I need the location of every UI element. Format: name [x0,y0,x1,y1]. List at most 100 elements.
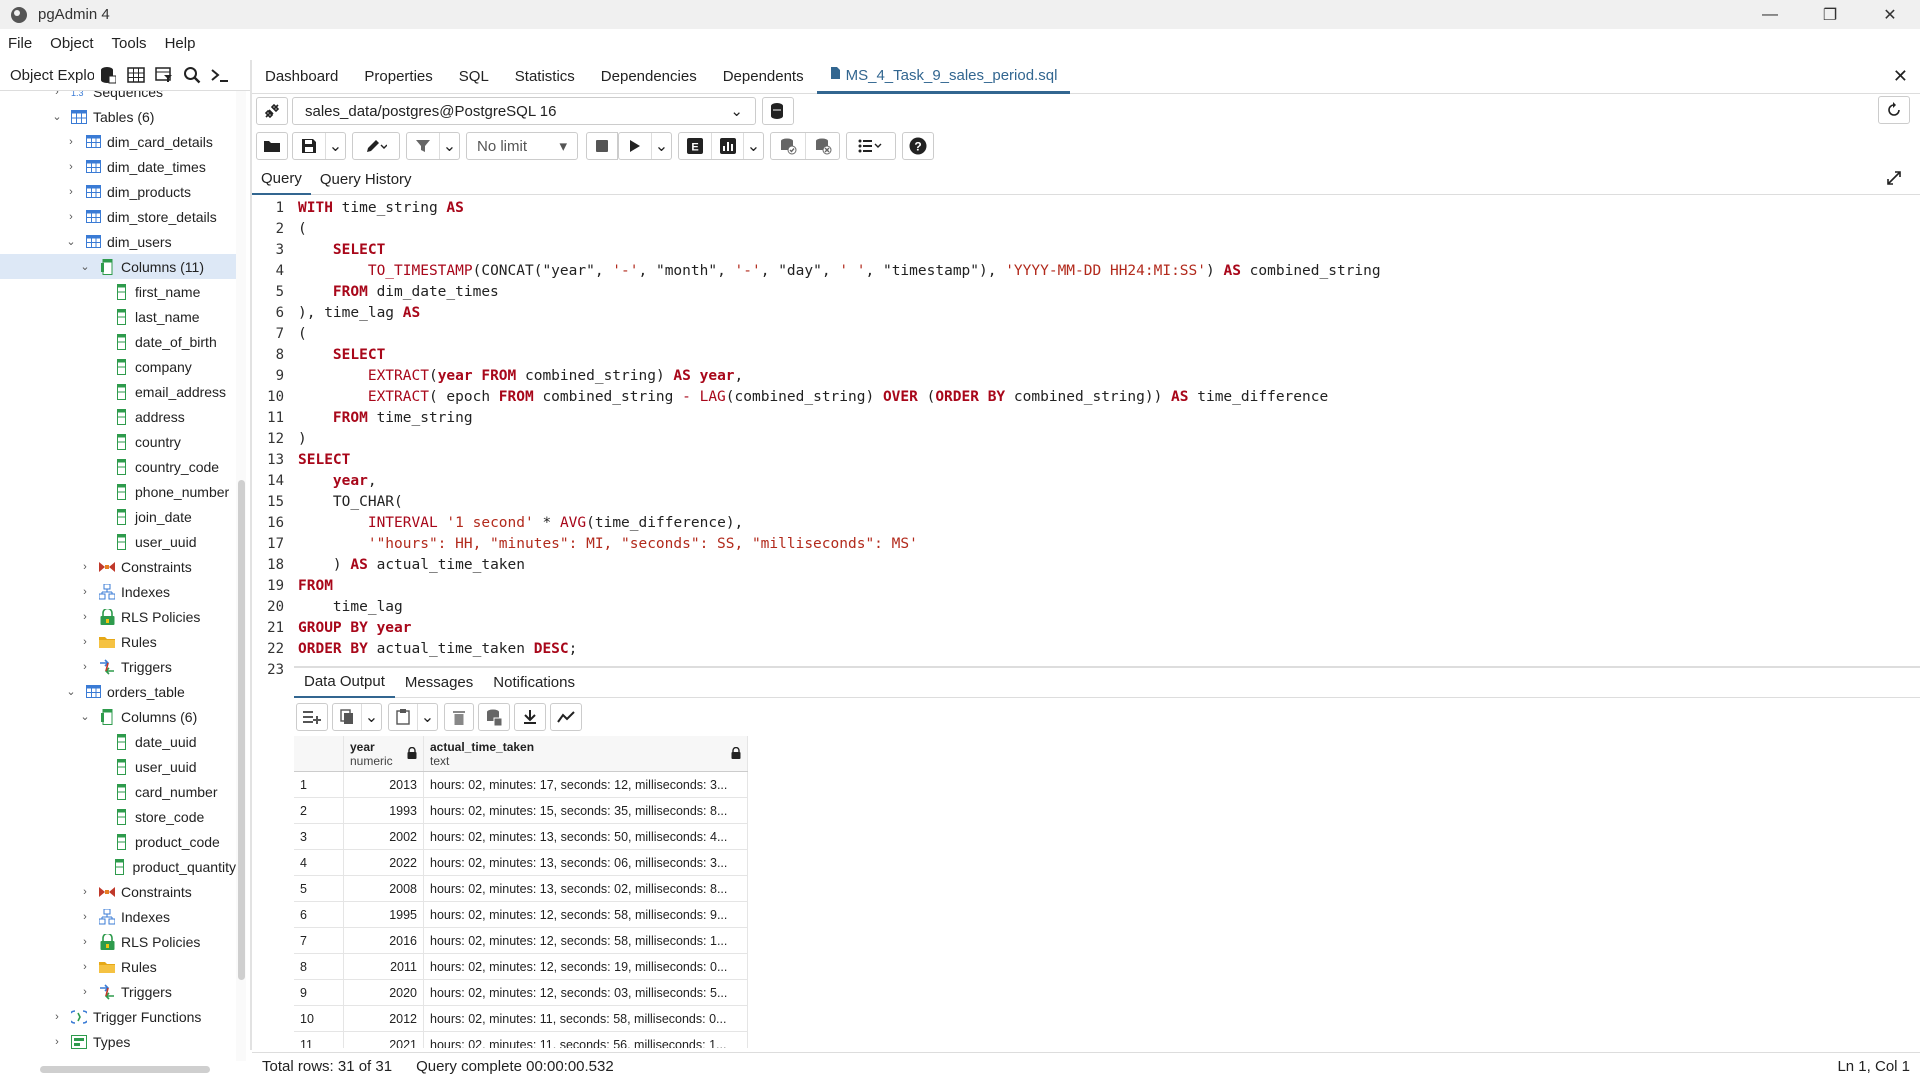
filter-icon[interactable] [407,133,439,159]
row-number-cell[interactable]: 10 [294,1006,344,1031]
download-icon[interactable] [514,703,546,731]
sql-code[interactable]: WITH time_string AS ( SELECT TO_TIMESTAMP… [298,198,1920,681]
help-icon[interactable]: ? [902,132,934,160]
code-line[interactable]: WITH time_string AS [298,198,1920,219]
tree-item[interactable]: ⌄ Columns (6) [0,704,236,729]
chevron-right-icon[interactable]: › [78,661,92,673]
code-line[interactable]: ) AS actual_time_taken [298,555,1920,576]
table-row[interactable]: 11 2021 hours: 02, minutes: 11, seconds: 5… [294,1032,748,1048]
actual-time-taken-cell[interactable]: hours: 02, minutes: 17, seconds: 12, mil… [424,772,748,797]
object-explorer-label[interactable]: Object Explorer [10,67,94,84]
tree-item[interactable]: › Triggers [0,654,236,679]
row-number-cell[interactable]: 11 [294,1032,344,1048]
execute-play-icon[interactable] [619,133,651,159]
tree-item[interactable]: last_name [0,304,236,329]
tree-item[interactable]: ⌄ orders_table [0,679,236,704]
table-row[interactable]: 8 2011 hours: 02, minutes: 12, seconds: 19… [294,954,748,980]
actual-time-taken-cell[interactable]: hours: 02, minutes: 12, seconds: 19, mil… [424,954,748,979]
open-file-icon[interactable] [256,132,288,160]
menu-object[interactable]: Object [50,35,93,52]
code-line[interactable]: ), time_lag AS [298,303,1920,324]
chevron-right-icon[interactable]: › [64,211,78,223]
tree-item[interactable]: › RLS Policies [0,929,236,954]
row-number-cell[interactable]: 1 [294,772,344,797]
tree-item[interactable]: › dim_card_details [0,129,236,154]
year-cell[interactable]: 1995 [344,902,424,927]
tree-horizontal-scrollbar[interactable] [40,1066,210,1073]
close-window-button[interactable]: ✕ [1860,0,1920,29]
explain-options-chevron-icon[interactable]: ⌄ [743,133,763,159]
tree-item[interactable]: date_uuid [0,729,236,754]
tree-item[interactable]: country [0,429,236,454]
code-line[interactable]: GROUP BY year [298,618,1920,639]
tree-item[interactable]: user_uuid [0,529,236,554]
code-line[interactable]: INTERVAL '1 second' * AVG(time_differenc… [298,513,1920,534]
tree-item[interactable]: › Constraints [0,554,236,579]
year-cell[interactable]: 2002 [344,824,424,849]
code-line[interactable]: ( [298,219,1920,240]
table-row[interactable]: 6 1995 hours: 02, minutes: 12, seconds: 58… [294,902,748,928]
tab-properties[interactable]: Properties [351,60,445,94]
code-line[interactable]: TO_TIMESTAMP(CONCAT("year", '-', "month"… [298,261,1920,282]
tree-item[interactable]: ⌄ Tables (6) [0,104,236,129]
tab-query-history[interactable]: Query History [311,165,421,195]
actual-time-taken-cell[interactable]: hours: 02, minutes: 11, seconds: 58, mil… [424,1006,748,1031]
code-line[interactable]: SELECT [298,450,1920,471]
save-options-chevron-icon[interactable]: ⌄ [325,133,345,159]
table-row[interactable]: 9 2020 hours: 02, minutes: 12, seconds: 03… [294,980,748,1006]
menu-tools[interactable]: Tools [112,35,147,52]
row-number-cell[interactable]: 9 [294,980,344,1005]
code-line[interactable]: FROM [298,576,1920,597]
delete-row-icon[interactable] [444,703,474,731]
chevron-right-icon[interactable]: › [78,886,92,898]
execute-options-chevron-icon[interactable]: ⌄ [651,133,671,159]
tree-item[interactable]: store_code [0,804,236,829]
chevron-down-icon[interactable]: ⌄ [64,685,78,698]
explain-analyze-icon[interactable] [711,133,743,159]
chevron-right-icon[interactable]: › [78,911,92,923]
tree-item[interactable]: date_of_birth [0,329,236,354]
row-number-cell[interactable]: 6 [294,902,344,927]
search-icon[interactable] [178,61,206,89]
table-row[interactable]: 4 2022 hours: 02, minutes: 13, seconds: 06… [294,850,748,876]
year-cell[interactable]: 2013 [344,772,424,797]
psql-tool-icon[interactable] [206,61,234,89]
actual-time-taken-cell[interactable]: hours: 02, minutes: 12, seconds: 58, mil… [424,902,748,927]
tab-notifications[interactable]: Notifications [483,668,585,698]
code-line[interactable]: time_lag [298,597,1920,618]
year-cell[interactable]: 2008 [344,876,424,901]
edit-pencil-icon[interactable] [353,133,399,159]
table-row[interactable]: 1 2013 hours: 02, minutes: 17, seconds: 12… [294,772,748,798]
chevron-right-icon[interactable]: › [64,136,78,148]
chevron-right-icon[interactable]: › [50,1036,64,1048]
view-data-icon[interactable] [122,61,150,89]
code-line[interactable]: FROM time_string [298,408,1920,429]
tree-scrollbar-thumb[interactable] [238,480,245,980]
code-line[interactable]: SELECT [298,345,1920,366]
commit-icon[interactable] [771,133,805,159]
save-icon[interactable] [293,133,325,159]
chevron-right-icon[interactable]: › [64,186,78,198]
chevron-right-icon[interactable]: › [78,561,92,573]
code-line[interactable]: ORDER BY actual_time_taken DESC; [298,639,1920,660]
graph-visualiser-icon[interactable] [550,703,582,731]
tree-item[interactable]: ⌄ Columns (11) [0,254,236,279]
database-query-icon[interactable] [94,61,122,89]
chevron-down-icon[interactable]: ⌄ [50,110,64,123]
code-line[interactable]: year, [298,471,1920,492]
tree-item[interactable]: email_address [0,379,236,404]
row-limit-select[interactable]: No limit ▾ [466,132,578,160]
tree-item[interactable]: country_code [0,454,236,479]
tree-item[interactable]: › Triggers [0,979,236,1004]
code-line[interactable]: FROM dim_date_times [298,282,1920,303]
chevron-right-icon[interactable]: › [78,611,92,623]
code-line[interactable]: EXTRACT(year FROM combined_string) AS ye… [298,366,1920,387]
tree-item[interactable]: › dim_products [0,179,236,204]
code-line[interactable]: ) [298,429,1920,450]
chevron-right-icon[interactable]: › [78,636,92,648]
paste-options-chevron-icon[interactable]: ⌄ [417,704,437,730]
copy-icon[interactable] [333,704,361,730]
row-number-cell[interactable]: 7 [294,928,344,953]
tab-sql[interactable]: SQL [446,60,502,94]
year-cell[interactable]: 2011 [344,954,424,979]
